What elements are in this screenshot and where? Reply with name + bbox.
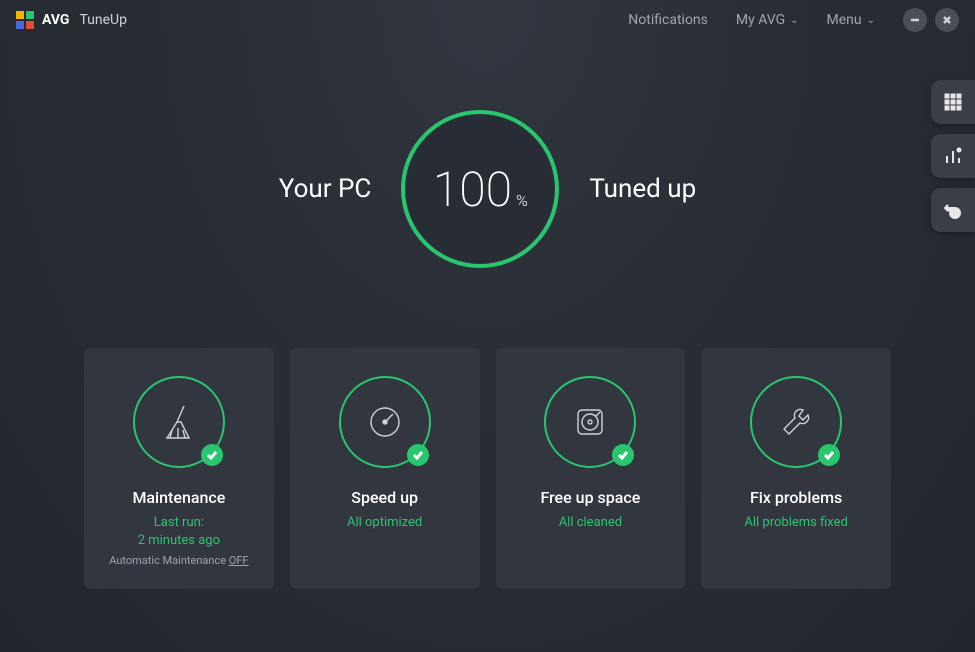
card-free-up-space[interactable]: Free up space All cleaned (496, 348, 686, 589)
score-unit: % (516, 191, 528, 210)
notifications-label: Notifications (628, 12, 708, 28)
check-badge (407, 444, 429, 466)
card-maintenance[interactable]: Maintenance Last run: 2 minutes ago Auto… (84, 348, 274, 589)
card-title: Free up space (508, 488, 674, 507)
card-speed-up[interactable]: Speed up All optimized (290, 348, 480, 589)
feature-cards: Maintenance Last run: 2 minutes ago Auto… (0, 348, 975, 589)
undo-icon (944, 201, 962, 219)
notifications-link[interactable]: Notifications (628, 12, 708, 28)
card-ring (339, 376, 431, 468)
chevron-down-icon: ⌄ (867, 15, 875, 26)
card-ring (750, 376, 842, 468)
disk-icon (570, 402, 610, 442)
status-hero: Your PC 100 % Tuned up (0, 110, 975, 268)
grid-icon (944, 93, 962, 111)
product-name: TuneUp (79, 12, 127, 28)
titlebar: AVG TuneUp Notifications My AVG ⌄ Menu ⌄ (0, 0, 975, 40)
minimize-button[interactable] (903, 8, 927, 32)
hero-left-label: Your PC (279, 174, 372, 204)
wrench-icon (776, 402, 816, 442)
menu-label: Menu (827, 12, 862, 28)
score-value: 100 (433, 161, 512, 218)
side-tab-apps[interactable] (931, 80, 975, 124)
my-avg-label: My AVG (736, 12, 785, 28)
card-ring (544, 376, 636, 468)
automatic-maintenance-toggle[interactable]: OFF (229, 554, 249, 567)
side-tab-stats[interactable] (931, 134, 975, 178)
card-footnote: Automatic Maintenance OFF (96, 554, 262, 567)
side-tab-undo[interactable] (931, 188, 975, 232)
card-foot-prefix: Automatic Maintenance (109, 554, 229, 567)
main-menu[interactable]: Menu ⌄ (827, 12, 876, 28)
side-tabs (931, 80, 975, 232)
card-sub2: 2 minutes ago (96, 533, 262, 548)
card-sub1: All problems fixed (713, 513, 879, 533)
card-ring (133, 376, 225, 468)
card-title: Speed up (302, 488, 468, 507)
check-badge (818, 444, 840, 466)
card-sub1: All optimized (302, 513, 468, 533)
card-sub1: Last run: (96, 513, 262, 533)
my-avg-menu[interactable]: My AVG ⌄ (736, 12, 799, 28)
bar-chart-icon (944, 147, 962, 165)
broom-icon (159, 402, 199, 442)
window-controls (903, 8, 959, 32)
card-title: Maintenance (96, 488, 262, 507)
card-sub1: All cleaned (508, 513, 674, 533)
hero-right-label: Tuned up (589, 174, 696, 204)
close-button[interactable] (935, 8, 959, 32)
card-title: Fix problems (713, 488, 879, 507)
score-value-container: 100 % (433, 161, 528, 218)
check-badge (201, 444, 223, 466)
brand-name: AVG (42, 12, 69, 28)
app-logo: AVG TuneUp (16, 11, 127, 29)
card-fix-problems[interactable]: Fix problems All problems fixed (701, 348, 891, 589)
avg-logo-icon (16, 11, 34, 29)
chevron-down-icon: ⌄ (790, 15, 798, 26)
check-badge (612, 444, 634, 466)
gauge-icon (365, 402, 405, 442)
score-ring: 100 % (401, 110, 559, 268)
